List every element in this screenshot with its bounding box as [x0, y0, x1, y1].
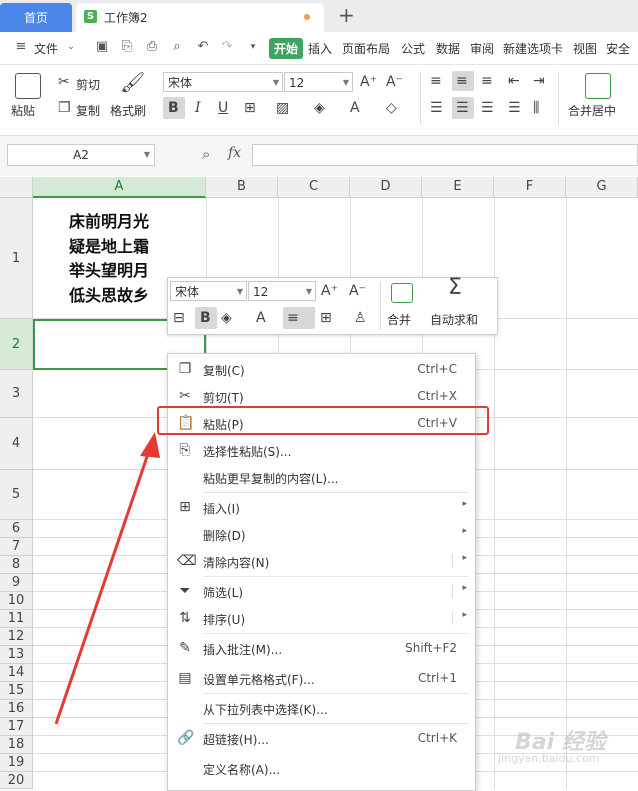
- watermark-url: jingyan.baidu.com: [498, 752, 600, 765]
- annotation-arrow: [54, 432, 160, 725]
